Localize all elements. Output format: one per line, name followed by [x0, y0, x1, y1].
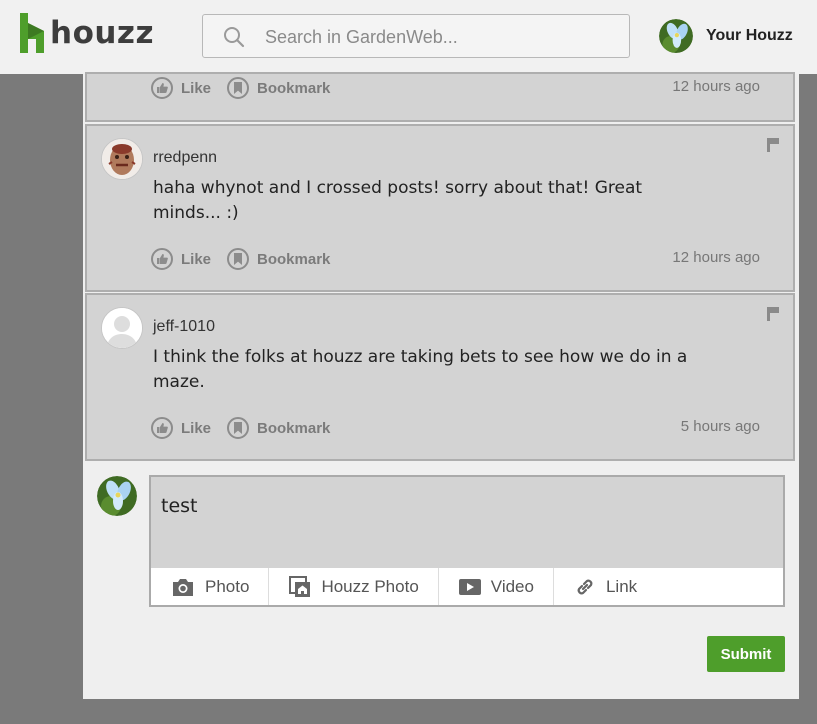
like-button[interactable]: Like	[151, 77, 211, 99]
your-houzz-menu[interactable]: Your Houzz	[659, 19, 793, 53]
flag-icon[interactable]	[767, 307, 779, 326]
bookmark-button[interactable]: Bookmark	[227, 417, 330, 439]
comment-timestamp: 12 hours ago	[672, 78, 760, 95]
comment-timestamp: 12 hours ago	[672, 249, 760, 266]
comment-actions: Like Bookmark	[151, 74, 346, 102]
comment-input[interactable]: test	[159, 493, 763, 567]
discussion-thread: Like Bookmark 12 hours ago rredpenn haha…	[83, 72, 799, 699]
comment-actions: Like Bookmark	[151, 245, 346, 273]
houzz-photo-icon	[289, 575, 311, 597]
user-avatar[interactable]	[101, 138, 143, 180]
comment-card: jeff-1010 I think the folks at houzz are…	[85, 293, 795, 461]
bookmark-button[interactable]: Bookmark	[227, 77, 330, 99]
houzz-logo[interactable]: houzz	[20, 13, 154, 53]
comment-card: Like Bookmark 12 hours ago	[85, 72, 795, 122]
thumbs-up-icon	[151, 417, 173, 439]
bookmark-icon	[227, 77, 250, 99]
link-button[interactable]: Link	[554, 568, 656, 605]
current-user-avatar	[97, 476, 137, 516]
comment-composer: test Photo Houzz Photo Video Link	[149, 475, 785, 607]
comment-author[interactable]: jeff-1010	[153, 318, 215, 336]
search-box[interactable]	[202, 14, 630, 58]
like-button[interactable]: Like	[151, 417, 211, 439]
flag-icon[interactable]	[767, 138, 779, 157]
user-avatar[interactable]	[659, 19, 693, 53]
your-houzz-label: Your Houzz	[706, 27, 793, 44]
comment-actions: Like Bookmark	[151, 414, 346, 442]
thumbs-up-icon	[151, 77, 173, 99]
bookmark-button[interactable]: Bookmark	[227, 248, 330, 270]
bookmark-icon	[227, 417, 250, 439]
video-icon	[458, 578, 481, 595]
video-button[interactable]: Video	[439, 568, 554, 605]
user-avatar[interactable]	[101, 307, 143, 349]
bookmark-icon	[227, 248, 250, 270]
comment-text: I think the folks at houzz are taking be…	[153, 347, 688, 392]
comment-text: haha whynot and I crossed posts! sorry a…	[153, 178, 643, 223]
photo-button[interactable]: Photo	[151, 568, 270, 605]
comment-card: rredpenn haha whynot and I crossed posts…	[85, 124, 795, 292]
submit-button[interactable]: Submit	[707, 636, 785, 672]
thumbs-up-icon	[151, 248, 173, 270]
attachment-toolbar: Photo Houzz Photo Video Link	[151, 568, 783, 605]
camera-icon	[173, 578, 193, 596]
houzz-photo-button[interactable]: Houzz Photo	[269, 568, 439, 605]
houzz-logo-icon	[20, 13, 44, 53]
comment-author[interactable]: rredpenn	[153, 149, 217, 167]
link-icon	[577, 579, 593, 594]
brand-name: houzz	[50, 15, 155, 51]
top-header: houzz Your Houzz	[0, 0, 817, 74]
search-icon	[224, 27, 245, 48]
search-input[interactable]	[263, 23, 617, 51]
comment-timestamp: 5 hours ago	[680, 418, 760, 435]
like-button[interactable]: Like	[151, 248, 211, 270]
